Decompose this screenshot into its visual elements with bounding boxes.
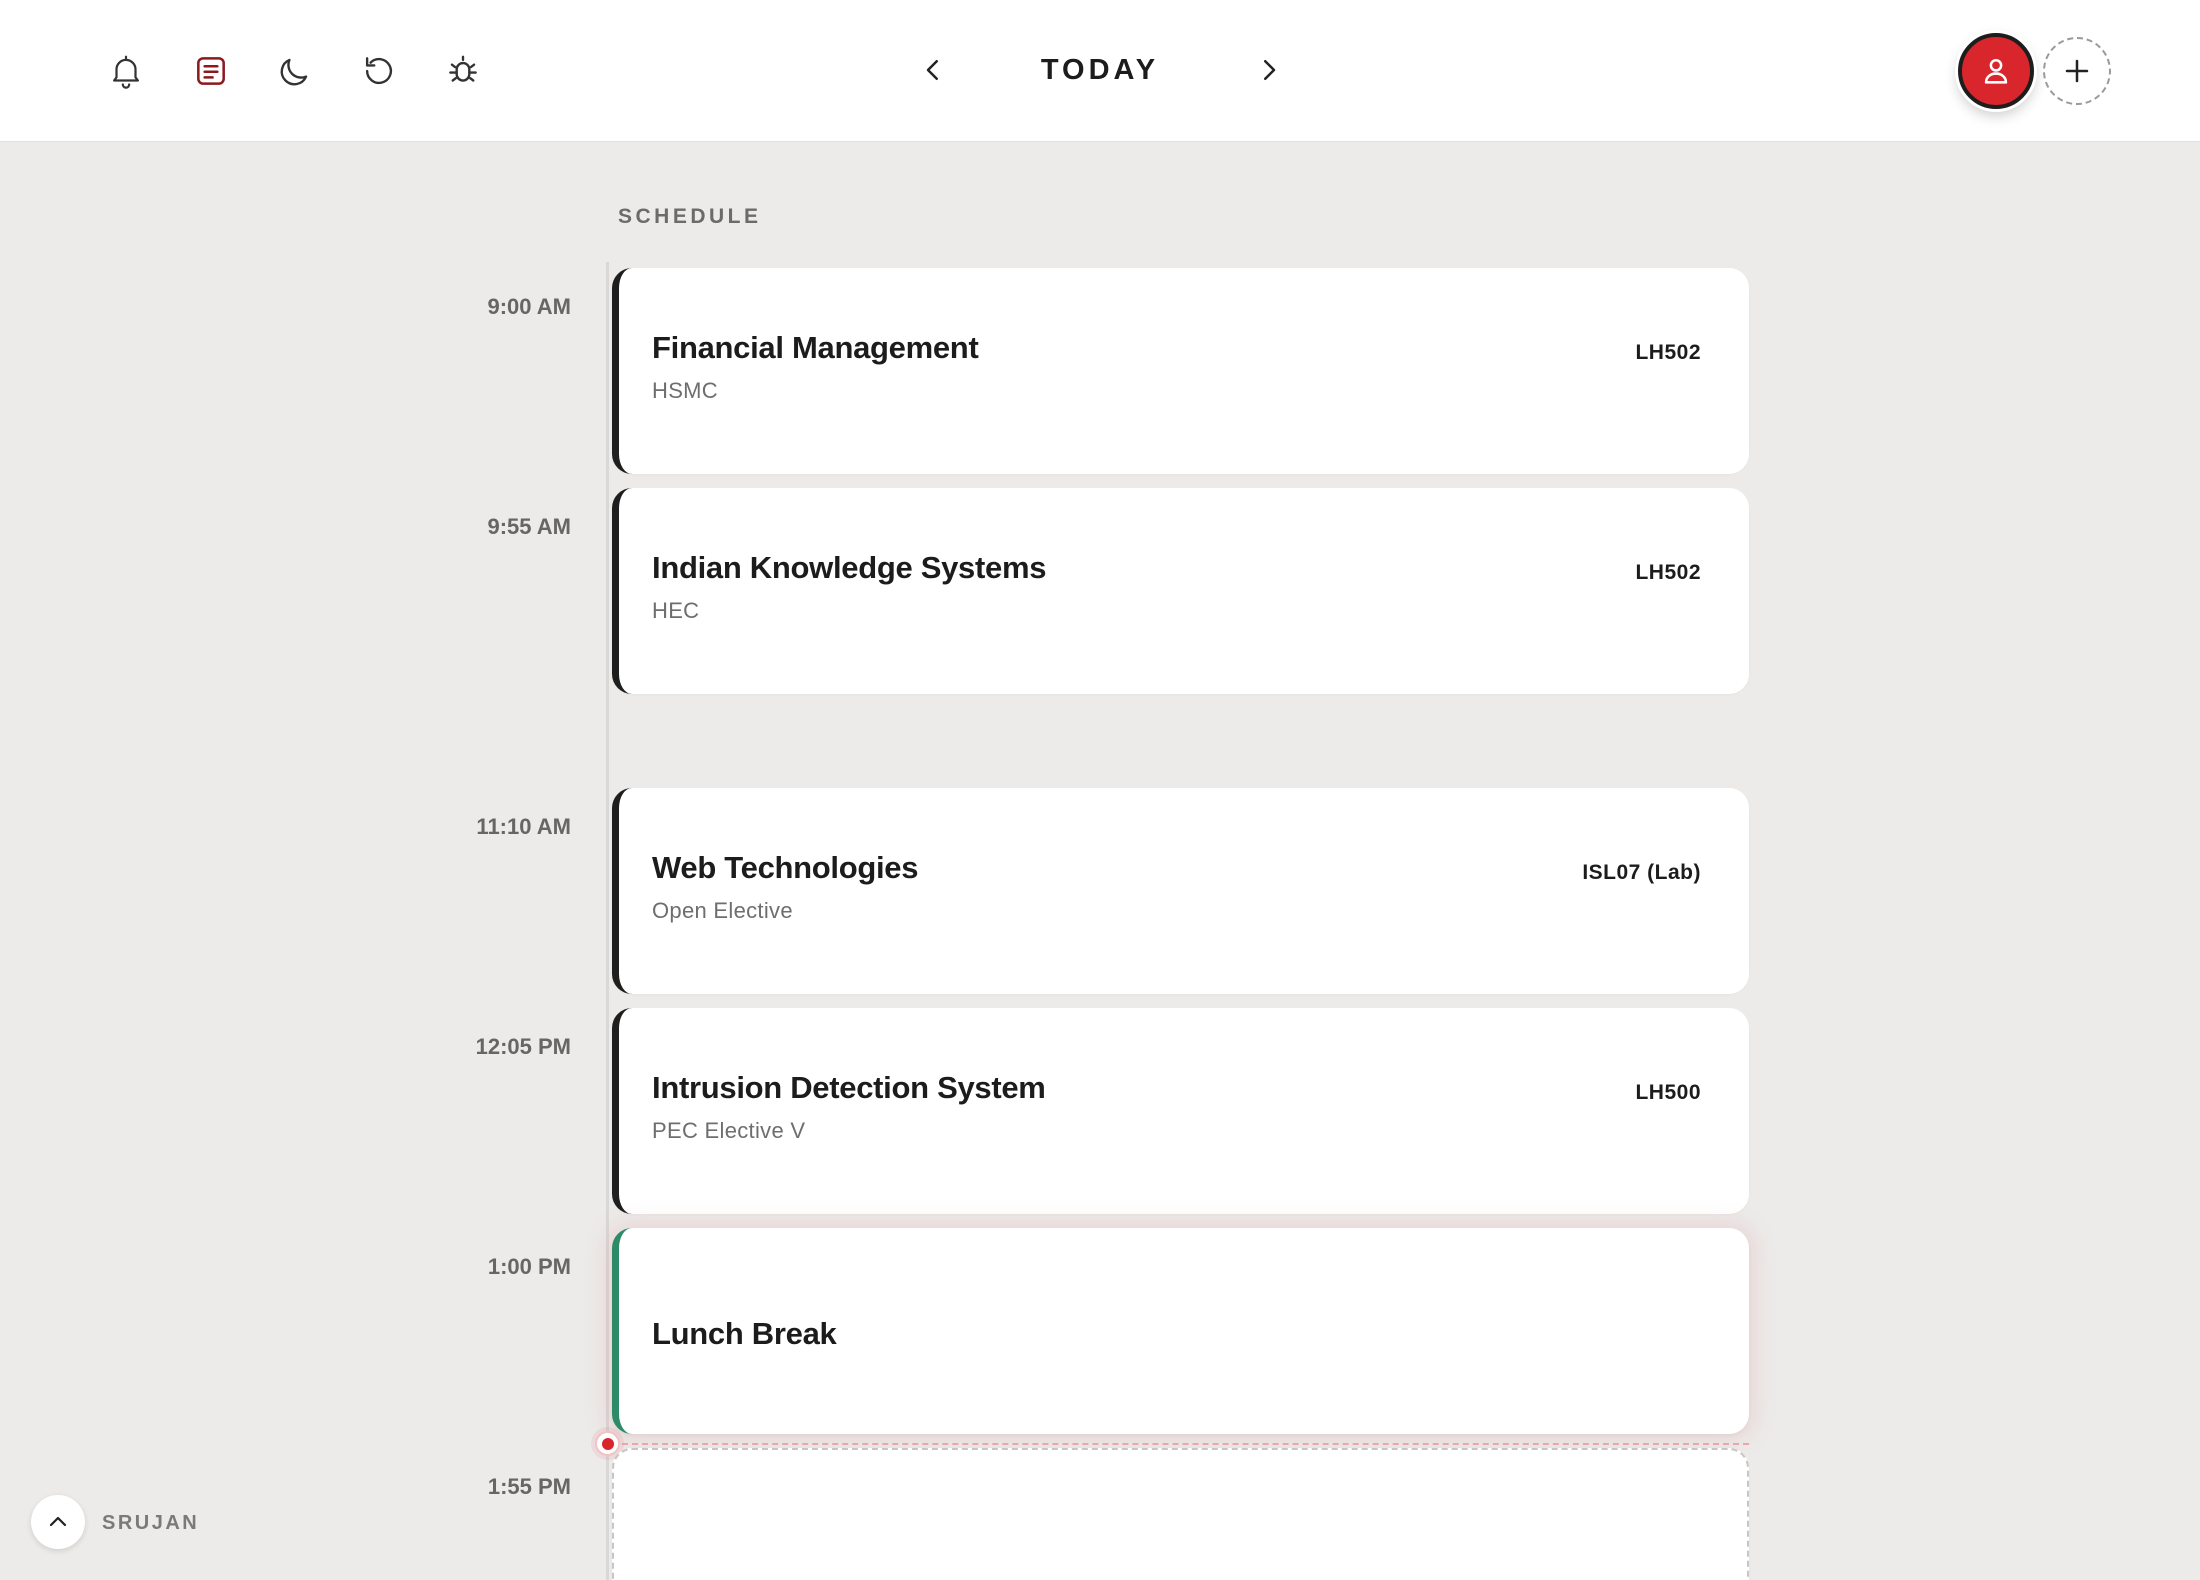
- class-category: PEC Elective V: [652, 1118, 806, 1143]
- class-title: Financial Management: [652, 330, 979, 365]
- class-room: LH502: [1635, 341, 1701, 364]
- time-label: 11:10 AM: [476, 814, 571, 839]
- class-card-indian-knowledge-systems[interactable]: Indian Knowledge Systems HEC LH502: [612, 488, 1749, 694]
- time-label: 1:55 PM: [487, 1474, 571, 1499]
- class-room: LH500: [1635, 1081, 1701, 1104]
- moon-icon[interactable]: [270, 46, 320, 96]
- class-category: Open Elective: [652, 898, 793, 923]
- refresh-icon[interactable]: [354, 46, 404, 96]
- chevron-left-icon: [926, 60, 938, 80]
- current-time-line: [612, 1443, 1749, 1445]
- current-time-dot: [595, 1431, 620, 1456]
- time-label: 12:05 PM: [475, 1034, 571, 1059]
- chevron-right-icon: [1264, 60, 1276, 80]
- schedule-page: TODAY SCHEDULE 9:00 AM Financial Managem…: [0, 0, 2200, 1580]
- time-label: 9:55 AM: [487, 514, 571, 539]
- class-room: ISL07 (Lab): [1582, 861, 1701, 884]
- class-category: HEC: [652, 598, 700, 623]
- class-title: Indian Knowledge Systems: [652, 550, 1047, 585]
- time-label: 9:00 AM: [487, 294, 571, 319]
- collapse-button[interactable]: [31, 1495, 85, 1549]
- class-room: LH502: [1635, 561, 1701, 584]
- add-profile-button[interactable]: [2043, 37, 2111, 105]
- top-bar: TODAY: [0, 0, 2200, 141]
- class-title: Intrusion Detection System: [652, 1070, 1046, 1105]
- chevron-up-icon: [49, 1516, 67, 1527]
- notes-icon[interactable]: [186, 46, 236, 96]
- plus-icon: [2065, 59, 2089, 83]
- next-day-button[interactable]: [1249, 50, 1289, 90]
- class-title: Web Technologies: [652, 850, 919, 885]
- date-title[interactable]: TODAY: [1000, 50, 1200, 90]
- bell-icon[interactable]: [101, 46, 151, 96]
- class-card-web-technologies[interactable]: Web Technologies Open Elective ISL07 (La…: [612, 788, 1749, 994]
- schedule-heading: SCHEDULE: [618, 205, 762, 228]
- bug-icon[interactable]: [438, 46, 488, 96]
- user-name: SRUJAN: [102, 1512, 200, 1534]
- profile-avatar-button[interactable]: [1958, 33, 2034, 109]
- time-label: 1:00 PM: [487, 1254, 571, 1279]
- timeline-line: [606, 262, 609, 1580]
- empty-slot-card[interactable]: [612, 1448, 1749, 1580]
- class-card-financial-management[interactable]: Financial Management HSMC LH502: [612, 268, 1749, 474]
- prev-day-button[interactable]: [913, 50, 953, 90]
- break-title: Lunch Break: [652, 1316, 837, 1351]
- lunch-break-card[interactable]: Lunch Break: [612, 1228, 1749, 1434]
- class-category: HSMC: [652, 378, 718, 403]
- user-icon: [1984, 58, 2008, 84]
- class-card-intrusion-detection-system[interactable]: Intrusion Detection System PEC Elective …: [612, 1008, 1749, 1214]
